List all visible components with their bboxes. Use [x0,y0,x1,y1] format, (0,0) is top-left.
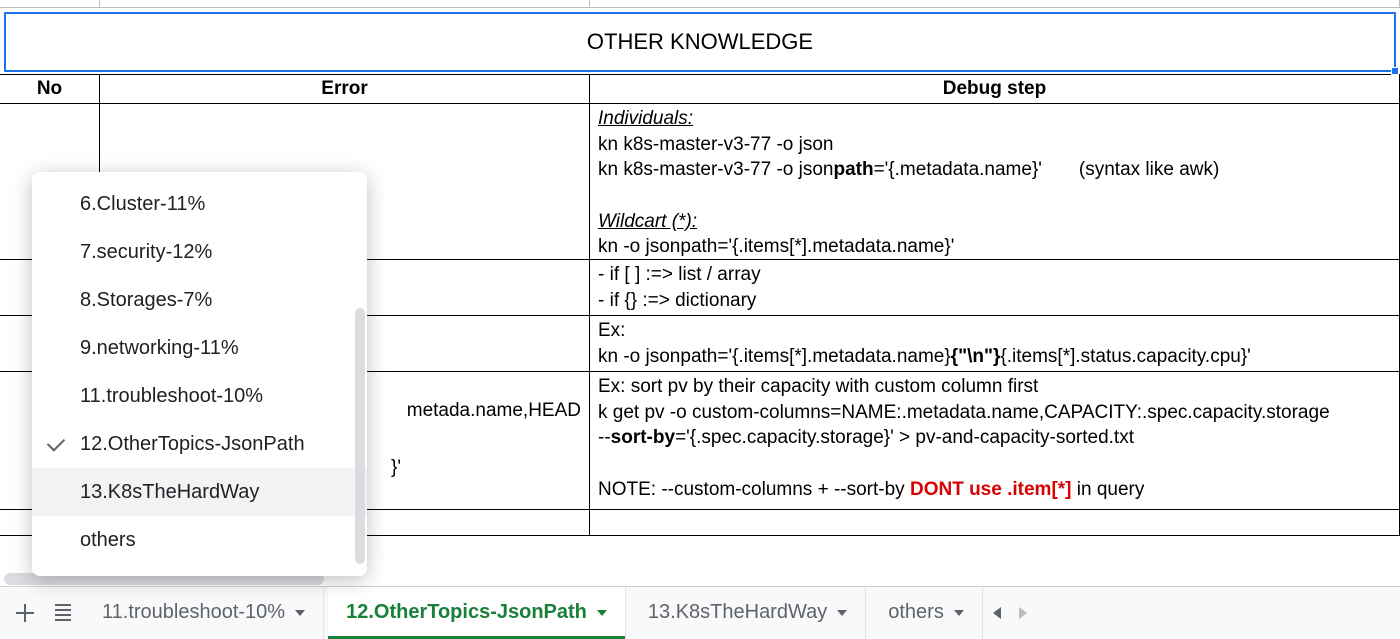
cell-text: path [833,159,873,180]
selection-fill-handle[interactable] [1391,67,1399,75]
popup-item[interactable]: 12.OtherTopics-JsonPath [32,420,367,468]
cell-text: ='{.spec.capacity.storage}' > pv-and-cap… [675,427,1134,448]
cell-text: - if [ ] :=> list / array [598,264,761,285]
cell-text: k get pv -o custom-columns=NAME:.metadat… [598,402,1330,423]
popup-item[interactable]: 6.Cluster-11% [32,180,367,228]
col-no[interactable]: No [0,75,100,103]
cell-text: Individuals: [598,108,693,129]
cell-text: Ex: [598,320,625,341]
hamburger-icon [55,604,71,621]
all-sheets-popup: 6.Cluster-11% 7.security-12% 8.Storages-… [32,172,367,576]
sheet-tab-bar: 11.troubleshoot-10% 12.OtherTopics-JsonP… [0,586,1400,638]
sheet-tab[interactable]: 11.troubleshoot-10% [84,587,324,639]
cell-text: (syntax like awk) [1079,159,1219,180]
popup-scrollbar[interactable] [355,308,365,564]
sheet-tab[interactable]: others [870,587,983,639]
plus-icon [16,604,34,622]
tab-label: 12.OtherTopics-JsonPath [346,601,587,624]
chevron-down-icon [597,610,607,616]
popup-item[interactable]: 7.security-12% [32,228,367,276]
row-above-selection [0,0,1400,8]
tab-scroll-right-icon[interactable] [1019,607,1027,619]
cell-text: kn k8s-master-v3-77 -o json [598,159,833,180]
cell-text: Ex: sort pv by their capacity with custo… [598,376,1038,397]
cell-text: Wildcart (*): [598,211,697,232]
cell-text: kn -o jsonpath='{.items[*].metadata.name… [598,236,954,257]
cell-text: NOTE: --custom-columns + --sort-by [598,479,910,500]
cell-text: ='{.metadata.name}' [874,159,1042,180]
col-debug-step[interactable]: Debug step [590,75,1400,103]
all-sheets-button[interactable] [46,596,80,630]
tab-nav-arrows [987,607,1027,619]
sheet-tab-active[interactable]: 12.OtherTopics-JsonPath [328,587,626,639]
column-header-row: No Error Debug step [0,74,1400,104]
cell-text: kn k8s-master-v3-77 -o json [598,134,833,155]
popup-item[interactable]: 11.troubleshoot-10% [32,372,367,420]
col-error[interactable]: Error [100,75,590,103]
cell-text: - if {} :=> dictionary [598,290,756,311]
cell-text: kn -o jsonpath='{.items[*].metadata.name… [598,346,1251,367]
cell-text: DONT use .item[*] [910,479,1072,500]
chevron-down-icon [295,610,305,616]
chevron-down-icon [837,610,847,616]
selected-merged-cell[interactable]: OTHER KNOWLEDGE [4,12,1396,72]
sheet-tab[interactable]: 13.K8sTheHardWay [630,587,866,639]
add-sheet-button[interactable] [8,596,42,630]
popup-item[interactable]: 13.K8sTheHardWay [32,468,367,516]
cell-text: -- [598,427,611,448]
popup-item[interactable]: others [32,516,367,564]
popup-item[interactable]: 8.Storages-7% [32,276,367,324]
cell-text: sort-by [611,427,675,448]
tab-label: 11.troubleshoot-10% [102,601,285,624]
chevron-down-icon [954,610,964,616]
cell-text: in query [1072,479,1145,500]
cell-text: }' [391,455,581,481]
selected-cell-text: OTHER KNOWLEDGE [587,29,813,55]
tab-label: others [888,601,944,624]
cell-text: metada.name,HEAD [407,398,581,424]
tab-scroll-left-icon[interactable] [993,607,1001,619]
tab-label: 13.K8sTheHardWay [648,601,827,624]
popup-item[interactable]: 9.networking-11% [32,324,367,372]
